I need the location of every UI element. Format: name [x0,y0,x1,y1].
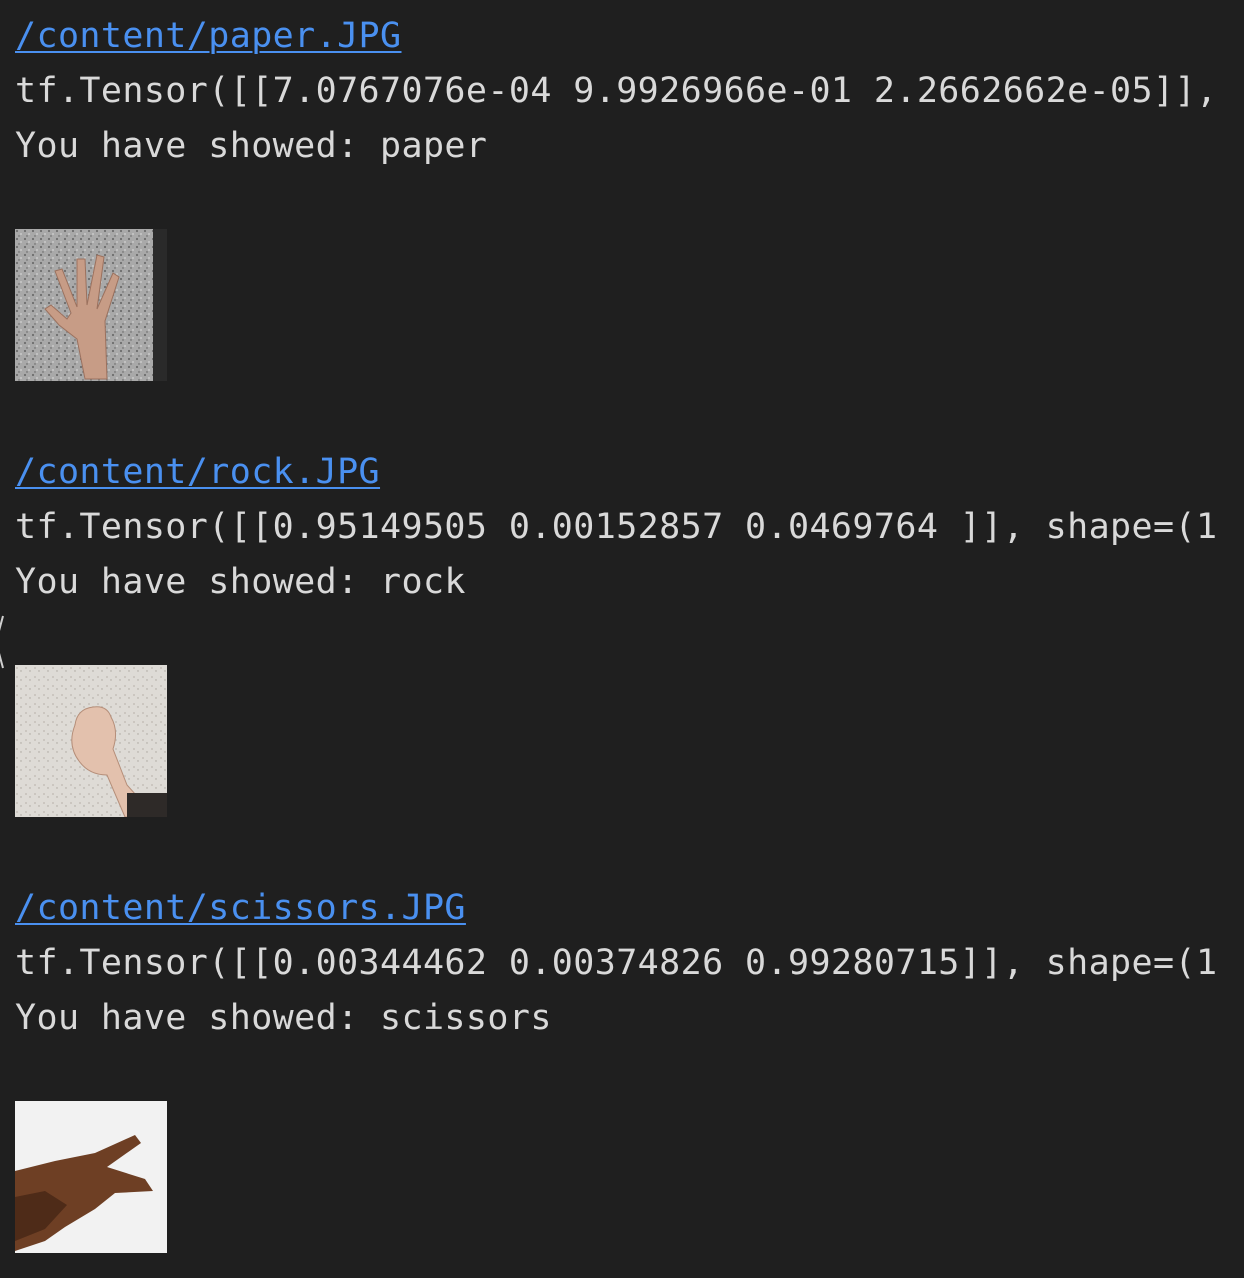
scissors-hand-image [15,1101,167,1253]
prediction-result: You have showed: scissors [15,998,552,1038]
image-path-link[interactable]: /content/rock.JPG [15,450,380,494]
rock-hand-image [15,665,167,817]
tensor-output: tf.Tensor([[0.95149505 0.00152857 0.0469… [15,507,1218,547]
notebook-cell-output: /content/paper.JPG tf.Tensor([[7.0767076… [0,0,1244,1278]
image-path-link[interactable]: /content/scissors.JPG [15,886,466,930]
collapse-arrow-icon[interactable] [0,612,7,672]
tensor-output: tf.Tensor([[0.00344462 0.00374826 0.9928… [15,943,1218,983]
prediction-result: You have showed: rock [15,562,466,602]
paper-hand-image [15,229,167,381]
prediction-result: You have showed: paper [15,126,488,166]
image-path-link[interactable]: /content/paper.JPG [15,14,402,58]
tensor-output: tf.Tensor([[7.0767076e-04 9.9926966e-01 … [15,71,1239,111]
